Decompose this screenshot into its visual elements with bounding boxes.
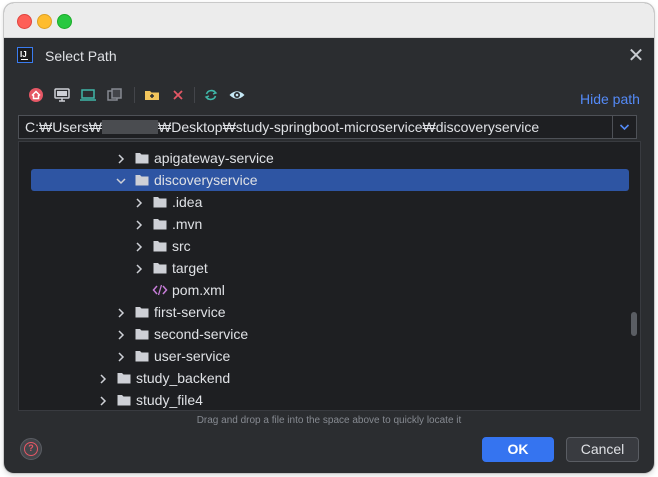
help-icon: ? bbox=[24, 442, 38, 456]
module-icon[interactable] bbox=[104, 85, 124, 105]
tree-item-label: study_file4 bbox=[136, 392, 203, 408]
tree-item-label: second-service bbox=[154, 326, 249, 342]
folder-icon bbox=[152, 217, 168, 231]
folder-icon bbox=[116, 393, 132, 407]
cancel-button[interactable]: Cancel bbox=[566, 437, 639, 462]
tree-row[interactable]: discoveryservice bbox=[19, 169, 640, 191]
new-folder-icon[interactable] bbox=[142, 85, 162, 105]
folder-icon bbox=[152, 239, 168, 253]
tree-item-label: apigateway-service bbox=[154, 150, 274, 166]
folder-icon bbox=[134, 327, 150, 341]
chevron-right-icon[interactable] bbox=[133, 240, 145, 252]
desktop-icon[interactable] bbox=[52, 85, 72, 105]
close-icon[interactable]: ✕ bbox=[625, 45, 647, 67]
xml-file-icon bbox=[152, 283, 168, 297]
tree-row[interactable]: target bbox=[19, 257, 640, 279]
folder-icon bbox=[134, 305, 150, 319]
tree-item-label: .mvn bbox=[172, 216, 203, 232]
home-icon[interactable] bbox=[26, 85, 46, 105]
folder-icon bbox=[116, 371, 132, 385]
chevron-right-icon[interactable] bbox=[133, 196, 145, 208]
ok-button[interactable]: OK bbox=[482, 437, 554, 462]
refresh-icon[interactable] bbox=[201, 85, 221, 105]
redacted-username bbox=[102, 120, 158, 134]
tree-row[interactable]: src bbox=[19, 235, 640, 257]
folder-icon bbox=[152, 261, 168, 275]
dialog-header: IJ Select Path ✕ bbox=[4, 38, 654, 74]
path-prefix: C:₩Users₩ bbox=[25, 119, 102, 135]
chevron-right-icon[interactable] bbox=[97, 372, 109, 384]
dialog-title: Select Path bbox=[45, 48, 117, 64]
chevron-right-icon[interactable] bbox=[115, 306, 127, 318]
chevron-right-icon[interactable] bbox=[115, 328, 127, 340]
drag-drop-hint: Drag and drop a file into the space abov… bbox=[196, 415, 462, 426]
show-hidden-icon[interactable] bbox=[227, 85, 247, 105]
chevron-right-icon[interactable] bbox=[133, 218, 145, 230]
intellij-logo-icon: IJ bbox=[17, 47, 33, 63]
chevron-right-icon[interactable] bbox=[115, 152, 127, 164]
tree-row[interactable]: apigateway-service bbox=[19, 147, 640, 169]
tree-row[interactable]: user-service bbox=[19, 345, 640, 367]
tree-item-label: discoveryservice bbox=[154, 172, 258, 188]
path-history-dropdown[interactable] bbox=[612, 115, 637, 139]
tree-item-label: pom.xml bbox=[172, 282, 225, 298]
select-path-dialog: IJ Select Path ✕ Hide path C:₩Users₩ ₩De… bbox=[4, 3, 654, 473]
tree-item-label: study_backend bbox=[136, 370, 231, 386]
file-tree[interactable]: study_file4 study_backend user-service seco… bbox=[18, 141, 641, 411]
path-suffix: ₩Desktop₩study-springboot-microservice₩d… bbox=[158, 119, 540, 135]
tree-row[interactable]: study_backend bbox=[19, 367, 640, 389]
toolbar-separator bbox=[194, 87, 195, 103]
folder-icon bbox=[134, 349, 150, 363]
window-titlebar bbox=[4, 3, 654, 38]
folder-icon bbox=[152, 195, 168, 209]
help-button[interactable]: ? bbox=[20, 438, 42, 460]
path-input[interactable]: C:₩Users₩ ₩Desktop₩study-springboot-micro… bbox=[18, 115, 612, 139]
chevron-right-icon[interactable] bbox=[97, 394, 109, 406]
tree-scrollbar-thumb[interactable] bbox=[631, 312, 637, 336]
window-close-button[interactable] bbox=[17, 14, 32, 29]
tree-row[interactable]: study_file4 bbox=[19, 389, 640, 410]
hide-path-link[interactable]: Hide path bbox=[580, 91, 640, 107]
tree-row[interactable]: .mvn bbox=[19, 213, 640, 235]
folder-icon bbox=[134, 151, 150, 165]
tree-item-label: user-service bbox=[154, 348, 231, 364]
chevron-down-icon bbox=[619, 124, 630, 131]
window-maximize-button[interactable] bbox=[57, 14, 72, 29]
window-minimize-button[interactable] bbox=[37, 14, 52, 29]
tree-row[interactable]: second-service bbox=[19, 323, 640, 345]
tree-item-label: src bbox=[172, 238, 191, 254]
tree-item-label: .idea bbox=[172, 194, 203, 210]
folder-icon bbox=[134, 173, 150, 187]
tree-row[interactable]: first-service bbox=[19, 301, 640, 323]
tree-row[interactable]: pom.xml bbox=[19, 279, 640, 301]
toolbar-separator bbox=[134, 87, 135, 103]
project-icon[interactable] bbox=[78, 85, 98, 105]
chevron-right-icon[interactable] bbox=[115, 350, 127, 362]
tree-row[interactable]: .idea bbox=[19, 191, 640, 213]
chevron-down-icon[interactable] bbox=[115, 174, 127, 186]
tree-item-label: target bbox=[172, 260, 208, 276]
file-chooser-toolbar bbox=[24, 85, 634, 105]
delete-icon[interactable] bbox=[168, 85, 188, 105]
tree-item-label: first-service bbox=[154, 304, 226, 320]
chevron-right-icon[interactable] bbox=[133, 262, 145, 274]
